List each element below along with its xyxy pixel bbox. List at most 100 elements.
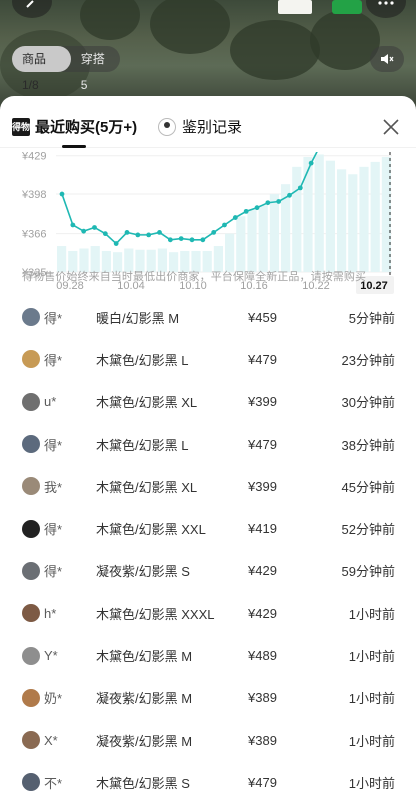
buyer-name: 奶* bbox=[44, 691, 63, 707]
buyer-name: 得* bbox=[44, 352, 63, 368]
buyer-avatar bbox=[22, 646, 40, 665]
buyer-name: h* bbox=[44, 605, 57, 621]
purchase-record-row: 得* 暖白/幻影黑 M ¥459 5分钟前 bbox=[0, 296, 416, 338]
price-point bbox=[146, 232, 152, 238]
tab-authentication-records[interactable]: 鉴别记录 bbox=[158, 116, 242, 137]
volume-bar bbox=[348, 174, 358, 272]
purchase-time: 1小时前 bbox=[348, 606, 395, 622]
buyer-avatar bbox=[22, 519, 40, 538]
tab-outfits[interactable]: 穿搭5 bbox=[71, 46, 120, 92]
buyer-avatar bbox=[22, 604, 40, 623]
item-spec: 木黛色/幻影黑 L bbox=[96, 352, 189, 368]
price-point bbox=[92, 225, 97, 230]
price-point bbox=[308, 160, 314, 166]
purchase-time: 1小时前 bbox=[348, 775, 395, 791]
purchase-record-row: 不* 木黛色/幻影黑 S ¥479 1小时前 bbox=[0, 761, 416, 800]
tab-authentication-records-label: 鉴别记录 bbox=[182, 119, 243, 136]
price-point bbox=[167, 237, 173, 243]
item-price: ¥399 bbox=[248, 394, 277, 410]
buyer-avatar bbox=[22, 308, 40, 327]
sign-image bbox=[278, 0, 312, 14]
item-spec: 木黛色/幻影黑 XL bbox=[96, 479, 198, 495]
purchase-time: 5分钟前 bbox=[348, 310, 395, 326]
purchase-record-row: X* 凝夜紫/幻影黑 M ¥389 1小时前 bbox=[0, 719, 416, 761]
y-tick-label: ¥429 bbox=[21, 152, 46, 163]
price-point bbox=[243, 208, 249, 214]
price-point bbox=[102, 231, 108, 237]
purchase-records-sheet: 得物 最近购买(5万+) 鉴别记录 ¥429 ¥398 ¥366 ¥335 09.28 1… bbox=[0, 96, 416, 800]
item-price: ¥479 bbox=[248, 351, 277, 367]
price-point bbox=[135, 232, 141, 238]
item-price: ¥479 bbox=[248, 774, 277, 790]
price-point bbox=[124, 230, 130, 235]
tab-recent-purchases[interactable]: 得物 最近购买(5万+) bbox=[12, 116, 137, 137]
tab-products[interactable]: 商品1/8 bbox=[12, 46, 71, 92]
volume-bar bbox=[337, 169, 347, 272]
purchase-record-row: h* 木黛色/幻影黑 XXXL ¥429 1小时前 bbox=[0, 592, 416, 634]
purchase-time: 1小时前 bbox=[348, 649, 395, 665]
buyer-avatar bbox=[22, 435, 40, 454]
purchase-time: 30分钟前 bbox=[341, 395, 395, 411]
purchase-time: 52分钟前 bbox=[341, 522, 395, 538]
item-price: ¥479 bbox=[248, 436, 277, 452]
price-point bbox=[178, 236, 184, 241]
item-price: ¥399 bbox=[248, 478, 277, 494]
price-point bbox=[113, 241, 119, 246]
buyer-name: 得* bbox=[44, 564, 63, 580]
item-spec: 木黛色/幻影黑 XXL bbox=[96, 522, 206, 538]
buyer-avatar bbox=[22, 773, 40, 792]
item-price: ¥459 bbox=[248, 309, 277, 325]
price-point bbox=[254, 205, 260, 211]
buyer-name: u* bbox=[44, 394, 57, 410]
price-point bbox=[232, 215, 238, 220]
green-box-image bbox=[332, 0, 362, 14]
price-point bbox=[70, 222, 76, 228]
buyer-avatar bbox=[22, 688, 40, 707]
mute-button[interactable] bbox=[370, 46, 404, 72]
buyer-avatar bbox=[22, 561, 40, 580]
more-icon bbox=[378, 1, 394, 5]
tab-recent-purchases-label: 最近购买(5万+) bbox=[35, 119, 138, 136]
purchase-record-row: 我* 木黛色/幻影黑 XL ¥399 45分钟前 bbox=[0, 465, 416, 507]
back-arrow-icon bbox=[26, 0, 34, 8]
purchase-record-row: Y* 木黛色/幻影黑 M ¥489 1小时前 bbox=[0, 634, 416, 676]
buyer-name: 得* bbox=[44, 437, 63, 453]
item-price: ¥429 bbox=[248, 605, 277, 621]
volume-bar bbox=[236, 216, 246, 272]
price-point bbox=[59, 191, 65, 197]
item-spec: 木黛色/幻影黑 L bbox=[96, 437, 189, 453]
buyer-avatar bbox=[22, 350, 40, 369]
media-switch: 商品1/8 穿搭5 bbox=[12, 46, 120, 92]
buyer-name: Y* bbox=[44, 648, 58, 664]
buyer-avatar bbox=[22, 392, 40, 411]
price-point bbox=[81, 228, 87, 234]
volume-bar bbox=[247, 210, 257, 272]
buyer-name: X* bbox=[44, 732, 58, 748]
item-spec: 凝夜紫/幻影黑 M bbox=[96, 691, 193, 707]
close-icon[interactable] bbox=[382, 118, 400, 136]
volume-bar bbox=[359, 166, 369, 272]
price-point bbox=[297, 185, 303, 191]
purchase-time: 1小时前 bbox=[348, 691, 395, 707]
item-spec: 凝夜紫/幻影黑 S bbox=[96, 564, 190, 580]
volume-bar bbox=[370, 161, 380, 272]
price-point bbox=[157, 230, 162, 235]
item-price: ¥389 bbox=[248, 690, 277, 706]
buyer-avatar bbox=[22, 477, 40, 496]
volume-bar bbox=[258, 205, 268, 272]
y-tick-label: ¥398 bbox=[21, 189, 46, 201]
item-price: ¥419 bbox=[248, 521, 277, 537]
volume-bar bbox=[314, 154, 324, 272]
purchase-record-row: 得* 木黛色/幻影黑 XXL ¥419 52分钟前 bbox=[0, 507, 416, 549]
buyer-name: 得* bbox=[44, 522, 63, 538]
buyer-name: 我* bbox=[44, 479, 63, 495]
purchase-time: 38分钟前 bbox=[341, 437, 395, 453]
price-point bbox=[211, 230, 217, 235]
appraiser-icon bbox=[158, 117, 176, 136]
item-price: ¥429 bbox=[248, 563, 277, 579]
purchase-record-row: 奶* 凝夜紫/幻影黑 M ¥389 1小时前 bbox=[0, 677, 416, 719]
price-point bbox=[265, 200, 271, 206]
price-point bbox=[200, 237, 206, 243]
sheet-tabs: 得物 最近购买(5万+) 鉴别记录 bbox=[0, 96, 416, 148]
item-spec: 木黛色/幻影黑 S bbox=[96, 775, 190, 791]
